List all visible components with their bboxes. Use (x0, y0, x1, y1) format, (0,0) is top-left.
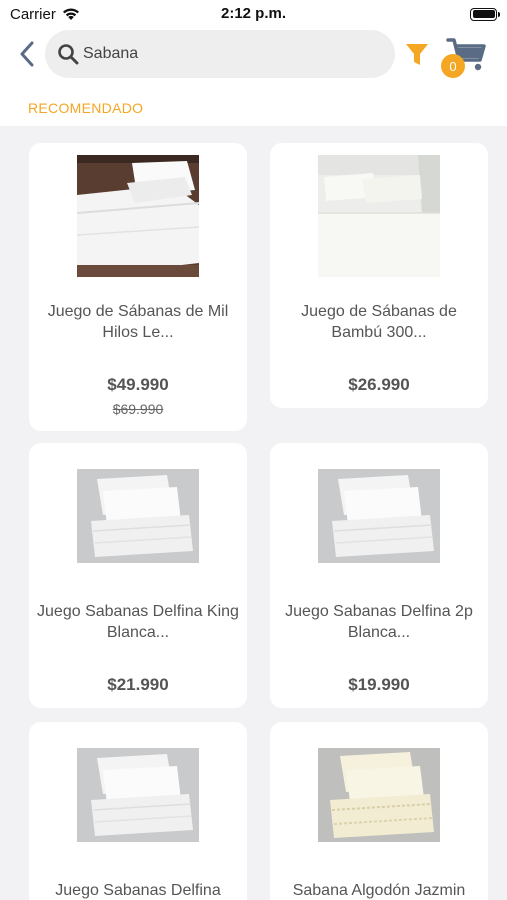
product-price: $19.990 (348, 675, 410, 694)
product-title: Juego Sabanas Delfina (55, 882, 221, 899)
product-card[interactable]: Juego de Sábanas de Mil Hilos Le... $49.… (29, 143, 247, 431)
filter-icon[interactable] (405, 42, 429, 68)
product-card[interactable]: Juego Sabanas Delfina (29, 722, 247, 900)
product-title: Juego de Sábanas de Mil Hilos Le... (47, 303, 229, 341)
nav-bar: Sabana (0, 28, 507, 84)
cart-count-badge[interactable]: 0 (441, 54, 465, 78)
section-label: RECOMENDADO (28, 100, 144, 116)
product-grid: Juego de Sábanas de Mil Hilos Le... $49.… (0, 126, 507, 900)
back-button[interactable] (14, 38, 40, 70)
product-price: $21.990 (107, 675, 169, 694)
product-old-price: $69.990 (112, 401, 164, 417)
product-title: Juego Sabanas Delfina King Blanca... (37, 603, 239, 641)
product-image (318, 748, 440, 842)
search-input[interactable]: Sabana (45, 30, 395, 78)
product-image (318, 155, 440, 277)
product-image (77, 469, 199, 563)
product-price: $26.990 (348, 375, 410, 394)
search-icon (58, 44, 79, 65)
search-value: Sabana (83, 45, 139, 62)
product-card[interactable]: Juego Sabanas Delfina 2p Blanca... $19.9… (270, 443, 488, 708)
product-card[interactable]: Sabana Algodón Jazmin (270, 722, 488, 900)
product-image (77, 155, 199, 277)
chevron-left-icon (20, 41, 34, 67)
product-title: Juego Sabanas Delfina 2p Blanca... (285, 603, 473, 641)
product-title: Juego de Sábanas de Bambú 300... (301, 303, 457, 341)
battery-icon (470, 7, 500, 21)
product-card[interactable]: Juego de Sábanas de Bambú 300... $26.990 (270, 143, 488, 408)
product-price: $49.990 (107, 375, 169, 394)
product-image (318, 469, 440, 563)
product-image (77, 748, 199, 842)
status-bar: Carrier 2:12 p.m. (0, 0, 507, 28)
status-time: 2:12 p.m. (220, 5, 287, 22)
product-title: Sabana Algodón Jazmin (292, 882, 466, 899)
product-card[interactable]: Juego Sabanas Delfina King Blanca... $21… (29, 443, 247, 708)
